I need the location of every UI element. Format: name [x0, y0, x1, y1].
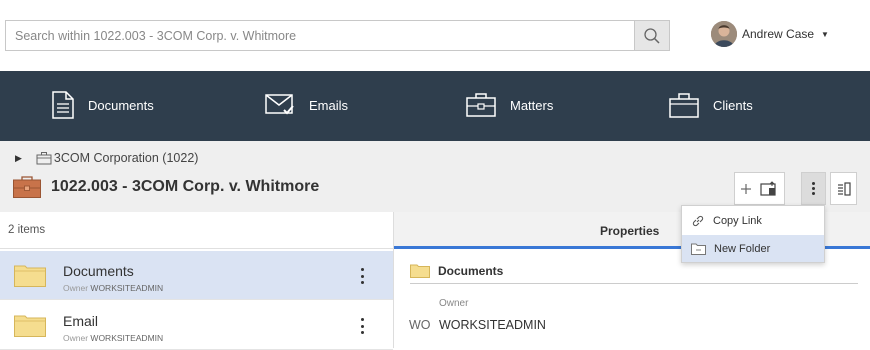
owner-label: Owner	[439, 298, 469, 309]
chevron-down-icon: ▼	[821, 29, 829, 39]
client-small-icon	[36, 152, 52, 165]
new-folder-icon	[691, 243, 706, 255]
nav-documents-label: Documents	[88, 97, 154, 113]
nav-clients[interactable]: Clients	[669, 89, 753, 121]
row-more-button[interactable]	[356, 315, 368, 337]
breadcrumb[interactable]: ▶ 3COM Corporation (1022)	[15, 151, 198, 165]
user-name: Andrew Case	[742, 27, 815, 41]
add-document-button[interactable]	[734, 172, 785, 205]
email-icon	[265, 94, 294, 115]
list-item[interactable]: Email Owner WORKSITEADMIN	[0, 301, 393, 350]
nav-matters[interactable]: Matters	[466, 89, 553, 121]
list-item-name[interactable]: Email	[63, 313, 98, 329]
owner-initials: WO	[409, 318, 431, 332]
upload-icon	[760, 180, 776, 196]
folder-icon	[14, 265, 46, 287]
menu-item-label: Copy Link	[713, 214, 762, 227]
breadcrumb-parent[interactable]: 3COM Corporation (1022)	[54, 151, 199, 165]
tab-properties-label: Properties	[600, 224, 660, 238]
panel-toggle-icon	[837, 181, 851, 196]
item-count: 2 items	[0, 212, 393, 249]
plus-icon	[741, 183, 751, 194]
client-briefcase-icon	[669, 93, 699, 118]
owner-value: WORKSITEADMIN	[439, 318, 546, 332]
menu-item-label: New Folder	[714, 242, 771, 255]
page-title: 1022.003 - 3COM Corp. v. Whitmore	[51, 178, 320, 195]
nav-clients-label: Clients	[713, 97, 753, 113]
title-row: 1022.003 - 3COM Corp. v. Whitmore	[13, 176, 319, 198]
link-icon	[692, 215, 704, 226]
nav-emails-label: Emails	[309, 97, 349, 113]
row-more-button[interactable]	[356, 265, 368, 287]
expand-triangle-icon[interactable]: ▶	[15, 153, 22, 164]
search-input[interactable]	[6, 21, 631, 50]
avatar	[711, 21, 737, 47]
list-item-owner: Owner WORKSITEADMIN	[63, 283, 164, 293]
details-panel-button[interactable]	[830, 172, 857, 205]
more-options-button[interactable]	[801, 172, 826, 205]
menu-item-copy-link[interactable]: Copy Link	[682, 207, 824, 234]
header-area: ▶ 3COM Corporation (1022) 1022.003 - 3CO…	[0, 141, 870, 212]
options-dropdown: Copy Link New Folder	[681, 205, 825, 263]
search-box	[5, 20, 670, 51]
list-item[interactable]: Documents Owner WORKSITEADMIN	[0, 251, 393, 300]
nav-matters-label: Matters	[510, 97, 554, 113]
main-nav: Documents Emails Matters Clients	[0, 71, 870, 141]
user-menu[interactable]: Andrew Case ▼	[711, 21, 829, 47]
matter-briefcase-icon	[466, 93, 496, 117]
list-item-owner: Owner WORKSITEADMIN	[63, 333, 164, 343]
properties-folder-name: Documents	[438, 263, 504, 278]
matter-icon	[13, 176, 41, 198]
top-bar: Andrew Case ▼	[0, 0, 870, 71]
list-item-name[interactable]: Documents	[63, 263, 134, 279]
kebab-icon	[812, 182, 815, 195]
nav-emails[interactable]: Emails	[265, 89, 348, 121]
search-button[interactable]	[634, 21, 669, 50]
nav-documents[interactable]: Documents	[52, 89, 154, 121]
folder-icon	[14, 315, 46, 337]
folder-icon	[410, 264, 430, 278]
search-icon	[644, 27, 660, 44]
menu-item-new-folder[interactable]: New Folder	[682, 235, 824, 262]
document-icon	[52, 91, 74, 119]
